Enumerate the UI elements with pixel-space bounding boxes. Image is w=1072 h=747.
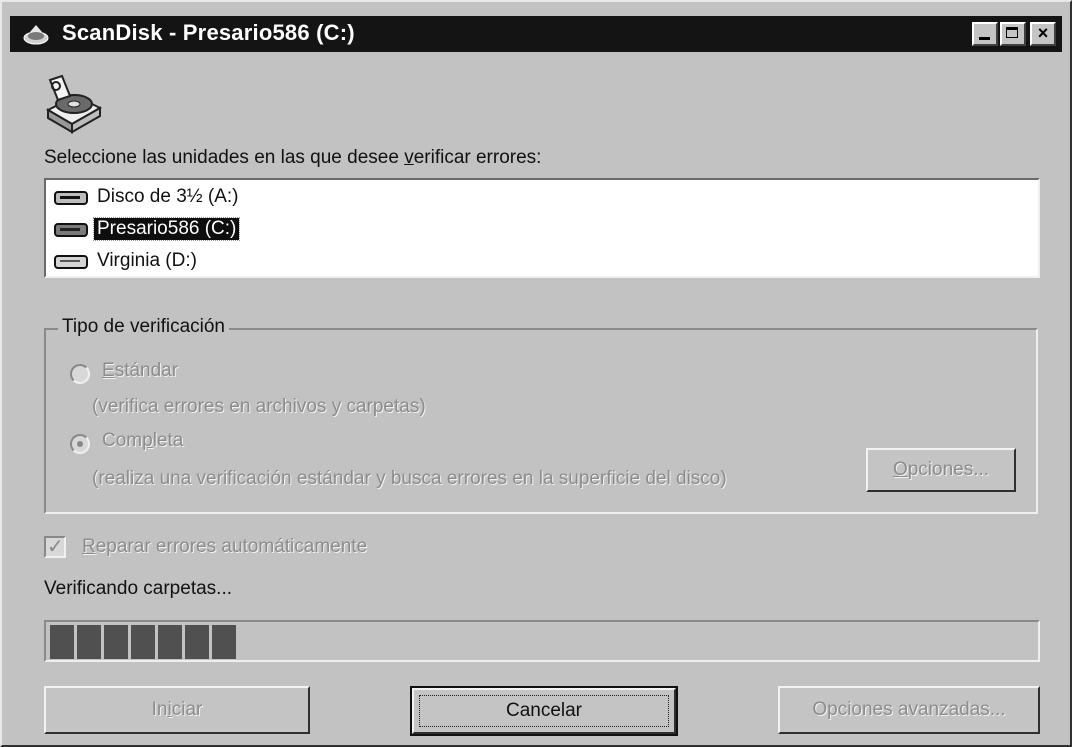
check-icon: ✓ bbox=[47, 536, 64, 558]
title-bar[interactable]: ScanDisk - Presario586 (C:) × bbox=[10, 16, 1062, 52]
standard-radio[interactable] bbox=[70, 364, 90, 384]
complete-label[interactable]: Completa bbox=[102, 430, 183, 452]
progress-block bbox=[158, 625, 182, 659]
progress-block bbox=[185, 625, 209, 659]
close-button[interactable]: × bbox=[1030, 22, 1056, 46]
start-button[interactable]: Iniciar bbox=[44, 686, 310, 734]
standard-label[interactable]: Estándar bbox=[102, 360, 178, 382]
options-button[interactable]: Opciones... bbox=[866, 448, 1016, 492]
disk-scan-icon bbox=[45, 74, 103, 134]
radio-selected-dot bbox=[77, 441, 83, 447]
maximize-icon bbox=[1006, 27, 1018, 38]
progress-block bbox=[104, 625, 128, 659]
maximize-button[interactable] bbox=[1000, 22, 1026, 46]
scandisk-window: ScanDisk - Presario586 (C:) × Seleccione… bbox=[0, 0, 1072, 747]
complete-radio[interactable] bbox=[70, 434, 90, 454]
close-icon: × bbox=[1037, 23, 1049, 43]
minimize-button[interactable] bbox=[972, 22, 998, 46]
progress-block bbox=[212, 625, 236, 659]
focus-rectangle bbox=[419, 695, 669, 727]
floppy-drive-icon bbox=[54, 191, 88, 205]
standard-description: (verifica errores en archivos y carpetas… bbox=[92, 396, 426, 417]
window-title: ScanDisk - Presario586 (C:) bbox=[62, 20, 355, 45]
cancel-button[interactable]: Cancelar bbox=[410, 686, 678, 736]
minimize-icon bbox=[979, 37, 990, 40]
complete-description: (realiza una verificación estándar y bus… bbox=[92, 468, 727, 489]
progress-block bbox=[131, 625, 155, 659]
auto-fix-checkbox[interactable]: ✓ bbox=[44, 536, 66, 558]
hard-drive-icon bbox=[54, 255, 88, 269]
drive-selection-prompt: Seleccione las unidades en las que desee… bbox=[44, 147, 542, 168]
verification-type-legend: Tipo de verificación bbox=[58, 316, 229, 338]
scandisk-app-icon bbox=[23, 25, 49, 45]
advanced-options-button[interactable]: Opciones avanzadas... bbox=[778, 686, 1040, 734]
hard-drive-icon bbox=[54, 223, 88, 237]
progress-block bbox=[77, 625, 101, 659]
drive-list[interactable]: Disco de 3½ (A:) Presario586 (C:) Virgin… bbox=[44, 178, 1040, 278]
auto-fix-label[interactable]: Reparar errores automáticamente bbox=[82, 536, 367, 558]
status-text: Verificando carpetas... bbox=[44, 578, 232, 599]
progress-block bbox=[50, 625, 74, 659]
progress-bar bbox=[44, 620, 1040, 662]
